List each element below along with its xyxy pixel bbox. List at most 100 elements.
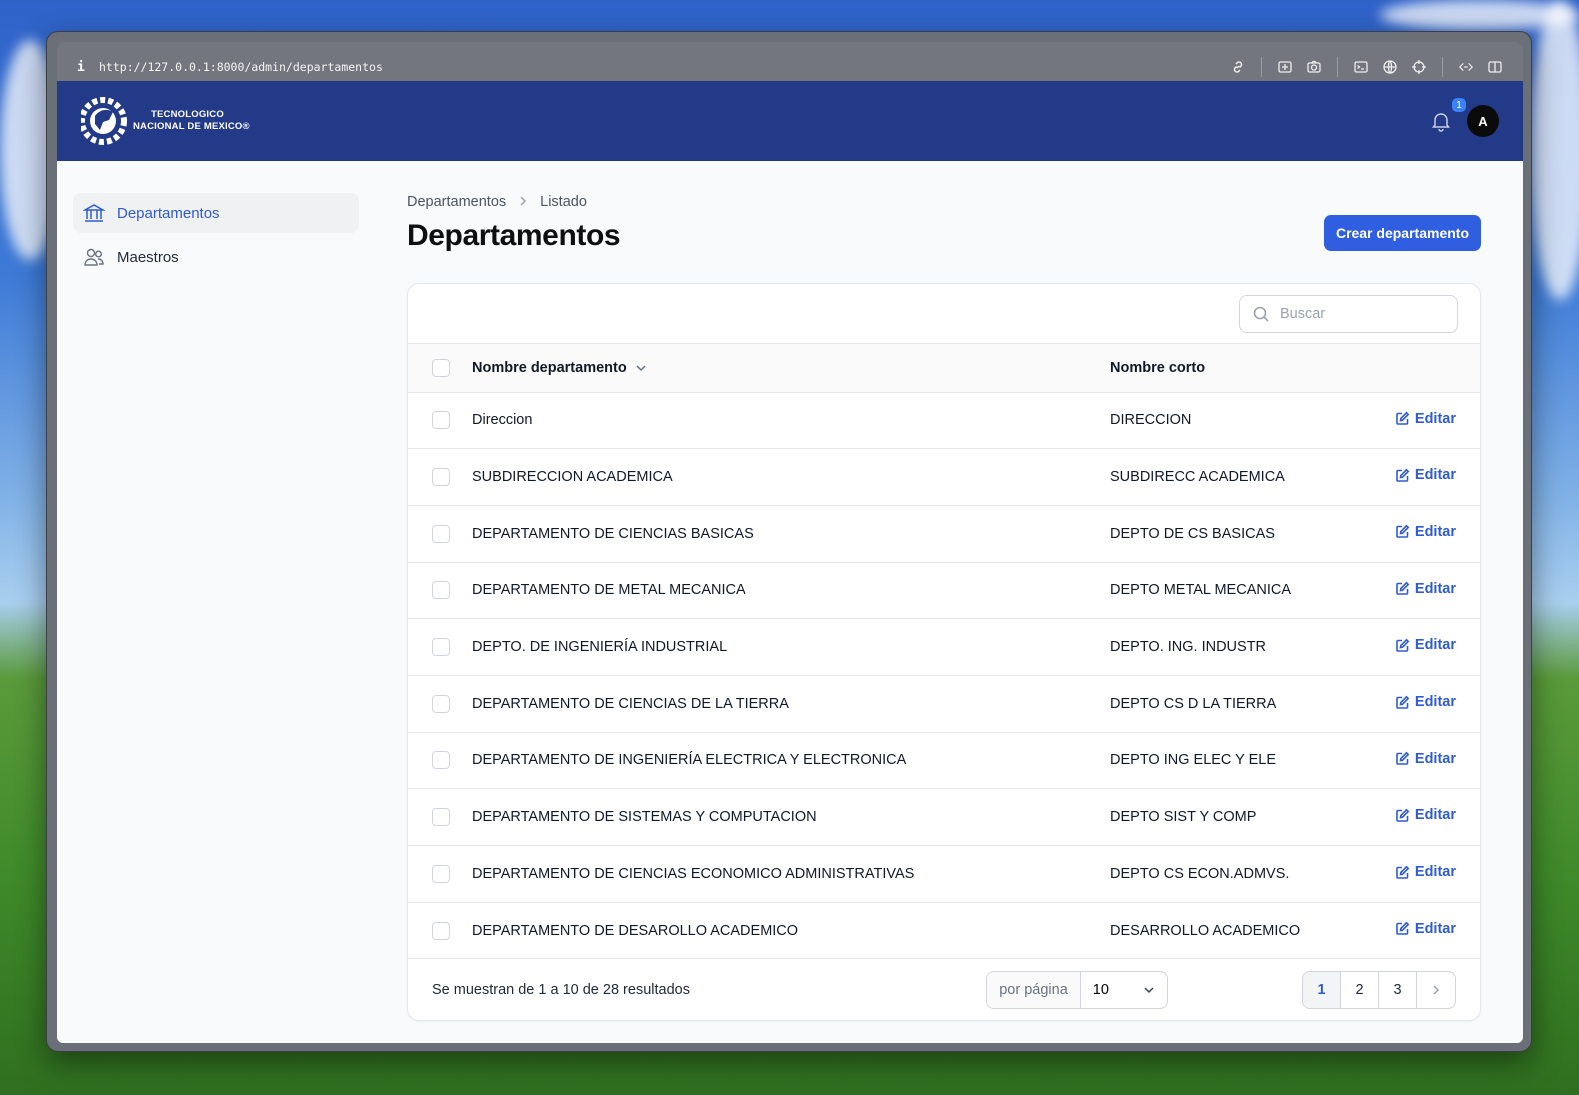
terminal-icon[interactable] xyxy=(1353,59,1369,75)
table-row[interactable]: DEPARTAMENTO DE CIENCIAS DE LA TIERRA DEP… xyxy=(408,675,1480,733)
screenshot-icon[interactable] xyxy=(1277,59,1293,75)
department-short-name: DEPTO METAL MECANICA xyxy=(1110,562,1390,620)
table-row[interactable]: DEPARTAMENTO DE DESAROLLO ACADEMICO DESAR… xyxy=(408,902,1480,960)
sidebar: Departamentos Maestros xyxy=(73,193,359,281)
sidebar-item-departamentos[interactable]: Departamentos xyxy=(73,193,359,233)
table-row[interactable]: DEPARTAMENTO DE METAL MECANICA DEPTO META… xyxy=(408,562,1480,620)
page-3-button[interactable]: 3 xyxy=(1379,971,1417,1008)
tecnm-logo[interactable]: TECNOLOGICO NACIONAL DE MEXICO® xyxy=(81,88,250,154)
camera-icon[interactable] xyxy=(1306,59,1322,75)
search-input[interactable]: Buscar xyxy=(1239,294,1458,333)
browser-window: i http://127.0.0.1:8000/admin/departamen… xyxy=(46,31,1532,1052)
table-row[interactable]: DEPARTAMENTO DE CIENCIAS BASICAS DEPTO DE… xyxy=(408,505,1480,563)
table-row[interactable]: DEPARTAMENTO DE INGENIERÍA ELECTRICA Y E… xyxy=(408,732,1480,790)
row-checkbox[interactable] xyxy=(432,581,450,600)
column-header-short: Nombre corto xyxy=(1110,344,1390,393)
table-row[interactable]: SUBDIRECCION ACADEMICA SUBDIRECC ACADEMIC… xyxy=(408,448,1480,506)
app-viewport: TECNOLOGICO NACIONAL DE MEXICO® 1 A Depa… xyxy=(57,81,1523,1043)
search-placeholder: Buscar xyxy=(1280,305,1326,322)
top-navbar: TECNOLOGICO NACIONAL DE MEXICO® 1 A xyxy=(57,81,1523,161)
edit-button[interactable]: Editar xyxy=(1395,864,1456,880)
department-name: SUBDIRECCION ACADEMICA xyxy=(472,448,1110,506)
info-icon[interactable]: i xyxy=(77,60,99,75)
edit-label: Editar xyxy=(1414,523,1456,540)
table-row[interactable]: DEPARTAMENTO DE SISTEMAS Y COMPUTACION DE… xyxy=(408,788,1480,846)
edit-button[interactable]: Editar xyxy=(1395,637,1456,653)
page-1-button[interactable]: 1 xyxy=(1303,971,1341,1008)
tecnm-emblem-icon xyxy=(81,97,127,145)
select-all-checkbox[interactable] xyxy=(432,358,450,377)
row-checkbox[interactable] xyxy=(432,638,450,657)
per-page-select[interactable]: por página 10 xyxy=(986,970,1168,1009)
edit-button[interactable]: Editar xyxy=(1395,921,1456,937)
edit-icon xyxy=(1396,808,1410,822)
department-name: DEPARTAMENTO DE INGENIERÍA ELECTRICA Y E… xyxy=(472,732,1110,790)
department-short-name: DEPTO. ING. INDUSTR xyxy=(1110,618,1390,676)
edit-label: Editar xyxy=(1414,750,1456,767)
edit-button[interactable]: Editar xyxy=(1395,524,1456,540)
per-page-value: 10 xyxy=(1092,981,1109,998)
globe-icon[interactable] xyxy=(1382,59,1398,75)
department-name: DEPARTAMENTO DE DESAROLLO ACADEMICO xyxy=(472,902,1110,960)
table-row[interactable]: DEPTO. DE INGENIERÍA INDUSTRIAL DEPTO. IN… xyxy=(408,618,1480,676)
row-checkbox[interactable] xyxy=(432,921,450,940)
edit-button[interactable]: Editar xyxy=(1395,411,1456,427)
user-avatar[interactable]: A xyxy=(1467,105,1499,137)
edit-label: Editar xyxy=(1414,580,1456,597)
code-icon[interactable] xyxy=(1458,59,1474,75)
department-short-name: DEPTO ING ELEC Y ELE xyxy=(1110,732,1390,790)
sidebar-item-maestros[interactable]: Maestros xyxy=(73,237,359,277)
edit-button[interactable]: Editar xyxy=(1395,807,1456,823)
edit-button[interactable]: Editar xyxy=(1395,751,1456,767)
department-short-name: DEPTO DE CS BASICAS xyxy=(1110,505,1390,563)
edit-label: Editar xyxy=(1414,694,1456,711)
row-checkbox[interactable] xyxy=(432,864,450,883)
sidebar-toggle-icon[interactable] xyxy=(1487,59,1503,75)
row-checkbox[interactable] xyxy=(432,694,450,713)
row-checkbox[interactable] xyxy=(432,524,450,543)
edit-button[interactable]: Editar xyxy=(1395,694,1456,710)
search-icon xyxy=(1253,306,1269,322)
row-checkbox[interactable] xyxy=(432,468,450,487)
notifications-button[interactable]: 1 xyxy=(1429,97,1467,133)
edit-icon xyxy=(1396,921,1410,936)
per-page-label: por página xyxy=(987,971,1081,1008)
row-checkbox[interactable] xyxy=(432,808,450,827)
sort-by-name-button[interactable]: Nombre departamento xyxy=(472,360,647,376)
logo-text: TECNOLOGICO NACIONAL DE MEXICO® xyxy=(133,109,250,132)
table-footer: Se muestran de 1 a 10 de 28 resultados p… xyxy=(408,959,1480,1020)
edit-icon xyxy=(1396,468,1410,482)
link-icon[interactable] xyxy=(1230,59,1246,75)
browser-toolbar xyxy=(1230,57,1503,77)
edit-label: Editar xyxy=(1414,410,1456,427)
results-summary: Se muestran de 1 a 10 de 28 resultados xyxy=(432,981,690,998)
department-name: DEPARTAMENTO DE CIENCIAS ECONOMICO ADMIN… xyxy=(472,845,1110,903)
chevron-down-icon xyxy=(1144,987,1154,993)
edit-icon xyxy=(1396,525,1410,539)
department-name: DEPARTAMENTO DE CIENCIAS BASICAS xyxy=(472,505,1110,563)
sidebar-item-label: Maestros xyxy=(117,248,179,266)
department-name: DEPTO. DE INGENIERÍA INDUSTRIAL xyxy=(472,618,1110,676)
row-checkbox[interactable] xyxy=(432,751,450,770)
row-checkbox[interactable] xyxy=(432,411,450,430)
page-title: Departamentos xyxy=(407,219,621,252)
create-department-button[interactable]: Crear departamento xyxy=(1323,215,1481,251)
department-short-name: SUBDIRECC ACADEMICA xyxy=(1110,448,1390,506)
breadcrumb: Departamentos Listado xyxy=(407,193,1481,211)
chevron-right-icon xyxy=(518,195,528,210)
table-row[interactable]: DEPARTAMENTO DE CIENCIAS ECONOMICO ADMIN… xyxy=(408,845,1480,903)
edit-button[interactable]: Editar xyxy=(1395,467,1456,483)
crosshair-icon[interactable] xyxy=(1411,59,1427,75)
table-row[interactable]: Direccion DIRECCION Editar xyxy=(408,392,1480,450)
chevron-down-icon xyxy=(636,365,646,371)
next-page-button[interactable] xyxy=(1417,972,1455,1008)
edit-icon xyxy=(1396,695,1410,709)
main-content: Departamentos Listado Departamentos Crea… xyxy=(407,193,1481,1022)
edit-button[interactable]: Editar xyxy=(1395,581,1456,597)
chevron-right-icon xyxy=(1433,985,1440,995)
department-short-name: DEPTO CS D LA TIERRA xyxy=(1110,675,1390,733)
breadcrumb-root[interactable]: Departamentos xyxy=(407,194,506,210)
url-text[interactable]: http://127.0.0.1:8000/admin/departamento… xyxy=(99,60,1230,74)
edit-label: Editar xyxy=(1414,807,1456,824)
page-2-button[interactable]: 2 xyxy=(1341,971,1379,1008)
